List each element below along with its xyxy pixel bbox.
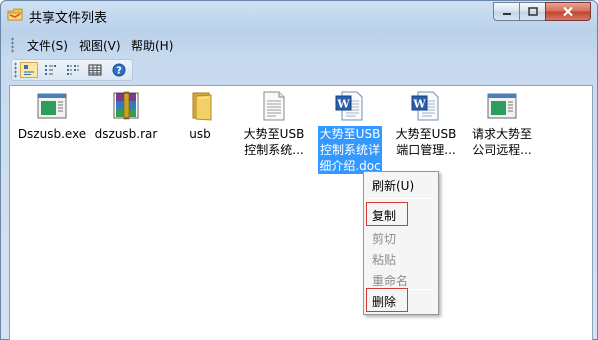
large-icons-icon	[24, 65, 34, 75]
minimize-icon	[502, 12, 511, 15]
file-item-selected[interactable]: W 大势至USB 控制系统详 细介绍.doc	[314, 90, 386, 174]
close-button[interactable]	[545, 2, 591, 21]
file-item[interactable]: Dszusb.exe	[16, 90, 88, 142]
svg-text:W: W	[412, 98, 426, 111]
list-view-button[interactable]	[64, 62, 82, 78]
menu-file[interactable]: 文件(S)	[27, 37, 68, 54]
rar-icon	[113, 91, 139, 120]
exe-icon	[487, 93, 517, 119]
delete-highlight-box	[366, 288, 408, 312]
minimize-button[interactable]	[493, 2, 520, 21]
details-view-icon	[88, 64, 102, 76]
copy-highlight-box	[366, 202, 408, 226]
file-name: dszusb.rar	[94, 127, 158, 141]
file-name: 大势至USB 控制系统详 细介绍.doc	[318, 126, 382, 174]
help-button[interactable]: ?	[110, 62, 128, 78]
text-file-icon	[263, 91, 285, 121]
svg-text:?: ?	[116, 66, 122, 77]
file-name: Dszusb.exe	[17, 127, 87, 141]
close-icon	[563, 6, 573, 17]
menu-help[interactable]: 帮助(H)	[131, 37, 173, 54]
menu-item-paste[interactable]: 粘贴	[372, 251, 396, 268]
maximize-button[interactable]	[519, 2, 546, 21]
small-icons-icon	[45, 65, 56, 75]
word-doc-icon: W	[411, 91, 439, 121]
toolbar-grip[interactable]	[14, 62, 17, 78]
window-title: 共享文件列表	[29, 11, 108, 26]
file-list-area[interactable]: Dszusb.exe dszusb.rar usb 大势至USB 控制系统...…	[9, 85, 593, 340]
folder-name: usb	[189, 127, 211, 141]
menu-item-rename[interactable]: 重命名	[372, 272, 408, 289]
svg-text:W: W	[336, 98, 350, 111]
folder-item[interactable]: usb	[164, 90, 236, 142]
menu-view[interactable]: 视图(V)	[79, 37, 121, 54]
toolbar: ?	[11, 59, 133, 81]
list-view-icon	[67, 65, 79, 75]
file-item[interactable]: dszusb.rar	[90, 90, 162, 142]
file-item[interactable]: 请求大势至 公司远程...	[466, 90, 538, 158]
menu-grip[interactable]	[11, 37, 14, 53]
menu-separator	[368, 198, 434, 199]
maximize-icon	[527, 7, 538, 16]
small-icons-button[interactable]	[42, 62, 60, 78]
folder-icon	[192, 92, 212, 121]
file-name: 大势至USB 端口管理...	[395, 127, 457, 157]
large-icons-button[interactable]	[20, 62, 38, 78]
file-item[interactable]: W 大势至USB 端口管理...	[390, 90, 462, 158]
app-window: 共享文件列表 文件(S) 视图(V) 帮助(H) ? Dszusb.exe ds…	[0, 0, 598, 340]
file-item[interactable]: 大势至USB 控制系统...	[238, 90, 310, 158]
file-name: 请求大势至 公司远程...	[471, 127, 532, 157]
file-name: 大势至USB 控制系统...	[243, 127, 305, 157]
help-icon: ?	[112, 63, 126, 77]
title-bar[interactable]: 共享文件列表	[1, 1, 597, 29]
word-doc-icon: W	[335, 91, 363, 121]
menu-bar: 文件(S) 视图(V) 帮助(H)	[11, 35, 591, 55]
app-folder-icon	[7, 8, 23, 21]
menu-item-refresh[interactable]: 刷新(U)	[372, 177, 414, 194]
menu-item-cut[interactable]: 剪切	[372, 230, 396, 247]
details-view-button[interactable]	[86, 62, 104, 78]
exe-icon	[37, 93, 67, 119]
